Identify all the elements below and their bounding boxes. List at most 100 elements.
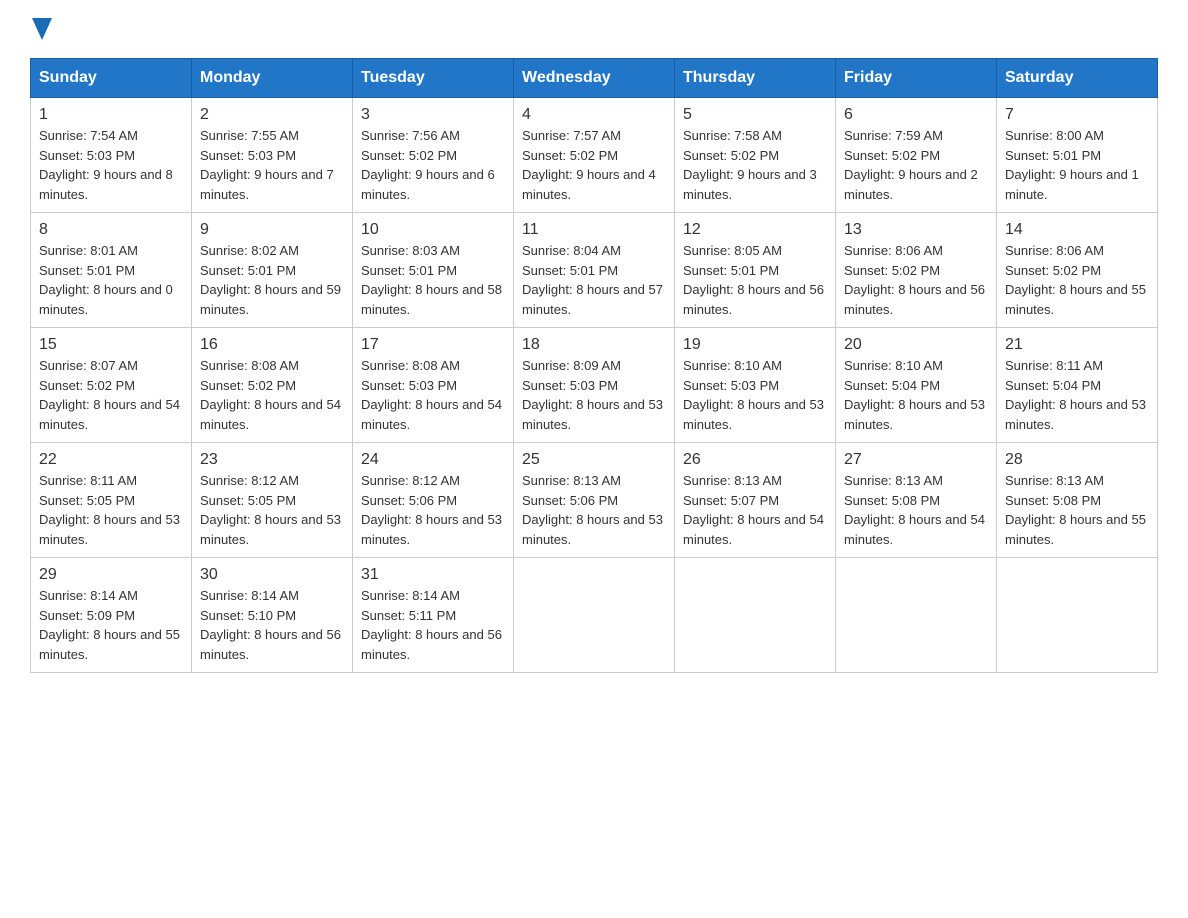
day-info: Sunrise: 8:12 AMSunset: 5:05 PMDaylight:…: [200, 473, 341, 547]
calendar-cell: 6 Sunrise: 7:59 AMSunset: 5:02 PMDayligh…: [836, 98, 997, 213]
col-monday: Monday: [192, 59, 353, 98]
calendar-cell: 19 Sunrise: 8:10 AMSunset: 5:03 PMDaylig…: [675, 328, 836, 443]
day-number: 13: [844, 221, 988, 239]
calendar-cell: [514, 558, 675, 673]
calendar-week-row: 8 Sunrise: 8:01 AMSunset: 5:01 PMDayligh…: [31, 213, 1158, 328]
day-info: Sunrise: 8:11 AMSunset: 5:04 PMDaylight:…: [1005, 358, 1146, 432]
day-info: Sunrise: 8:04 AMSunset: 5:01 PMDaylight:…: [522, 243, 663, 317]
calendar-cell: 7 Sunrise: 8:00 AMSunset: 5:01 PMDayligh…: [997, 98, 1158, 213]
day-info: Sunrise: 8:01 AMSunset: 5:01 PMDaylight:…: [39, 243, 173, 317]
calendar-cell: 29 Sunrise: 8:14 AMSunset: 5:09 PMDaylig…: [31, 558, 192, 673]
calendar-cell: 21 Sunrise: 8:11 AMSunset: 5:04 PMDaylig…: [997, 328, 1158, 443]
day-info: Sunrise: 8:00 AMSunset: 5:01 PMDaylight:…: [1005, 128, 1139, 202]
day-number: 31: [361, 566, 505, 584]
day-info: Sunrise: 8:13 AMSunset: 5:08 PMDaylight:…: [1005, 473, 1146, 547]
day-number: 26: [683, 451, 827, 469]
calendar-cell: 3 Sunrise: 7:56 AMSunset: 5:02 PMDayligh…: [353, 98, 514, 213]
calendar-cell: 23 Sunrise: 8:12 AMSunset: 5:05 PMDaylig…: [192, 443, 353, 558]
day-number: 20: [844, 336, 988, 354]
day-info: Sunrise: 8:14 AMSunset: 5:11 PMDaylight:…: [361, 588, 502, 662]
calendar-cell: 16 Sunrise: 8:08 AMSunset: 5:02 PMDaylig…: [192, 328, 353, 443]
day-info: Sunrise: 8:10 AMSunset: 5:04 PMDaylight:…: [844, 358, 985, 432]
calendar-cell: 2 Sunrise: 7:55 AMSunset: 5:03 PMDayligh…: [192, 98, 353, 213]
day-number: 14: [1005, 221, 1149, 239]
calendar-week-row: 15 Sunrise: 8:07 AMSunset: 5:02 PMDaylig…: [31, 328, 1158, 443]
logo-arrow-icon: [32, 18, 52, 40]
calendar-cell: 5 Sunrise: 7:58 AMSunset: 5:02 PMDayligh…: [675, 98, 836, 213]
calendar-cell: 9 Sunrise: 8:02 AMSunset: 5:01 PMDayligh…: [192, 213, 353, 328]
day-number: 10: [361, 221, 505, 239]
calendar-cell: 12 Sunrise: 8:05 AMSunset: 5:01 PMDaylig…: [675, 213, 836, 328]
day-number: 12: [683, 221, 827, 239]
calendar-cell: 24 Sunrise: 8:12 AMSunset: 5:06 PMDaylig…: [353, 443, 514, 558]
col-sunday: Sunday: [31, 59, 192, 98]
calendar-table: Sunday Monday Tuesday Wednesday Thursday…: [30, 58, 1158, 673]
day-number: 24: [361, 451, 505, 469]
day-number: 2: [200, 106, 344, 124]
calendar-cell: 27 Sunrise: 8:13 AMSunset: 5:08 PMDaylig…: [836, 443, 997, 558]
day-info: Sunrise: 8:13 AMSunset: 5:07 PMDaylight:…: [683, 473, 824, 547]
calendar-cell: 25 Sunrise: 8:13 AMSunset: 5:06 PMDaylig…: [514, 443, 675, 558]
day-number: 30: [200, 566, 344, 584]
calendar-cell: 11 Sunrise: 8:04 AMSunset: 5:01 PMDaylig…: [514, 213, 675, 328]
day-number: 8: [39, 221, 183, 239]
calendar-cell: 22 Sunrise: 8:11 AMSunset: 5:05 PMDaylig…: [31, 443, 192, 558]
day-info: Sunrise: 7:56 AMSunset: 5:02 PMDaylight:…: [361, 128, 495, 202]
col-saturday: Saturday: [997, 59, 1158, 98]
day-number: 15: [39, 336, 183, 354]
page-header: [30, 20, 1158, 38]
day-number: 3: [361, 106, 505, 124]
day-info: Sunrise: 8:08 AMSunset: 5:02 PMDaylight:…: [200, 358, 341, 432]
day-number: 7: [1005, 106, 1149, 124]
day-number: 27: [844, 451, 988, 469]
calendar-cell: 10 Sunrise: 8:03 AMSunset: 5:01 PMDaylig…: [353, 213, 514, 328]
calendar-week-row: 1 Sunrise: 7:54 AMSunset: 5:03 PMDayligh…: [31, 98, 1158, 213]
col-wednesday: Wednesday: [514, 59, 675, 98]
day-info: Sunrise: 8:08 AMSunset: 5:03 PMDaylight:…: [361, 358, 502, 432]
day-info: Sunrise: 7:58 AMSunset: 5:02 PMDaylight:…: [683, 128, 817, 202]
day-info: Sunrise: 8:12 AMSunset: 5:06 PMDaylight:…: [361, 473, 502, 547]
day-number: 21: [1005, 336, 1149, 354]
calendar-cell: 1 Sunrise: 7:54 AMSunset: 5:03 PMDayligh…: [31, 98, 192, 213]
day-number: 29: [39, 566, 183, 584]
day-info: Sunrise: 8:03 AMSunset: 5:01 PMDaylight:…: [361, 243, 502, 317]
calendar-cell: 20 Sunrise: 8:10 AMSunset: 5:04 PMDaylig…: [836, 328, 997, 443]
calendar-cell: 13 Sunrise: 8:06 AMSunset: 5:02 PMDaylig…: [836, 213, 997, 328]
col-thursday: Thursday: [675, 59, 836, 98]
logo: [30, 20, 52, 38]
calendar-cell: 31 Sunrise: 8:14 AMSunset: 5:11 PMDaylig…: [353, 558, 514, 673]
calendar-cell: 14 Sunrise: 8:06 AMSunset: 5:02 PMDaylig…: [997, 213, 1158, 328]
day-info: Sunrise: 7:55 AMSunset: 5:03 PMDaylight:…: [200, 128, 334, 202]
day-info: Sunrise: 8:11 AMSunset: 5:05 PMDaylight:…: [39, 473, 180, 547]
day-info: Sunrise: 8:09 AMSunset: 5:03 PMDaylight:…: [522, 358, 663, 432]
calendar-cell: [675, 558, 836, 673]
day-info: Sunrise: 7:54 AMSunset: 5:03 PMDaylight:…: [39, 128, 173, 202]
calendar-header-row: Sunday Monday Tuesday Wednesday Thursday…: [31, 59, 1158, 98]
day-info: Sunrise: 8:13 AMSunset: 5:08 PMDaylight:…: [844, 473, 985, 547]
day-info: Sunrise: 7:57 AMSunset: 5:02 PMDaylight:…: [522, 128, 656, 202]
day-number: 16: [200, 336, 344, 354]
day-info: Sunrise: 8:14 AMSunset: 5:09 PMDaylight:…: [39, 588, 180, 662]
day-number: 22: [39, 451, 183, 469]
calendar-cell: 8 Sunrise: 8:01 AMSunset: 5:01 PMDayligh…: [31, 213, 192, 328]
day-info: Sunrise: 8:07 AMSunset: 5:02 PMDaylight:…: [39, 358, 180, 432]
day-info: Sunrise: 8:10 AMSunset: 5:03 PMDaylight:…: [683, 358, 824, 432]
day-info: Sunrise: 8:06 AMSunset: 5:02 PMDaylight:…: [1005, 243, 1146, 317]
calendar-cell: 4 Sunrise: 7:57 AMSunset: 5:02 PMDayligh…: [514, 98, 675, 213]
calendar-cell: 30 Sunrise: 8:14 AMSunset: 5:10 PMDaylig…: [192, 558, 353, 673]
day-number: 28: [1005, 451, 1149, 469]
day-info: Sunrise: 7:59 AMSunset: 5:02 PMDaylight:…: [844, 128, 978, 202]
day-info: Sunrise: 8:13 AMSunset: 5:06 PMDaylight:…: [522, 473, 663, 547]
day-number: 4: [522, 106, 666, 124]
calendar-cell: [997, 558, 1158, 673]
calendar-cell: 28 Sunrise: 8:13 AMSunset: 5:08 PMDaylig…: [997, 443, 1158, 558]
day-info: Sunrise: 8:05 AMSunset: 5:01 PMDaylight:…: [683, 243, 824, 317]
day-info: Sunrise: 8:14 AMSunset: 5:10 PMDaylight:…: [200, 588, 341, 662]
day-number: 19: [683, 336, 827, 354]
calendar-cell: 17 Sunrise: 8:08 AMSunset: 5:03 PMDaylig…: [353, 328, 514, 443]
day-number: 25: [522, 451, 666, 469]
day-number: 17: [361, 336, 505, 354]
day-number: 11: [522, 221, 666, 239]
col-tuesday: Tuesday: [353, 59, 514, 98]
day-number: 9: [200, 221, 344, 239]
